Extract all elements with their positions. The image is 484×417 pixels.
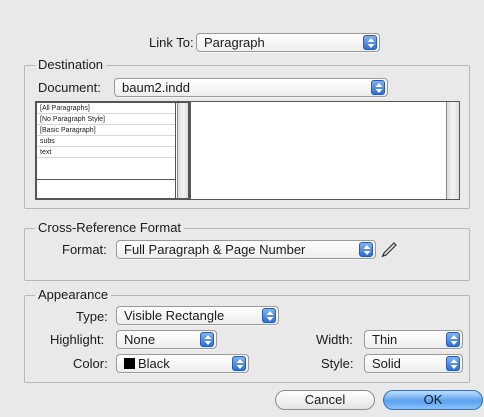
list-item[interactable]: [All Paragraphs] <box>37 103 175 114</box>
link-to-select[interactable]: Paragraph <box>196 33 380 52</box>
destination-title: Destination <box>35 57 107 73</box>
updown-arrows-icon <box>446 356 460 371</box>
pencil-icon[interactable] <box>381 242 399 261</box>
document-label: Document: <box>38 80 101 95</box>
color-swatch <box>124 358 135 369</box>
link-to-label: Link To: <box>149 35 194 50</box>
list-item[interactable]: [No Paragraph Style] <box>37 114 175 125</box>
width-select[interactable]: Thin <box>364 330 463 349</box>
color-select[interactable]: Black <box>116 354 249 373</box>
updown-arrows-icon <box>363 35 377 50</box>
updown-arrows-icon <box>371 80 385 95</box>
link-to-value: Paragraph <box>204 35 265 50</box>
color-label: Color: <box>73 356 108 371</box>
paragraph-text-list[interactable] <box>190 101 460 200</box>
list-item[interactable]: text <box>37 147 175 158</box>
document-select[interactable]: baum2.indd <box>114 78 388 97</box>
list-item[interactable]: [Basic Paragraph] <box>37 125 175 136</box>
updown-arrows-icon <box>359 242 373 257</box>
appearance-title: Appearance <box>35 287 112 303</box>
style-select[interactable]: Solid <box>364 354 463 373</box>
format-value: Full Paragraph & Page Number <box>124 242 306 257</box>
type-value: Visible Rectangle <box>124 308 225 323</box>
cancel-button[interactable]: Cancel <box>275 390 375 410</box>
style-value: Solid <box>372 356 401 371</box>
list-divider <box>37 179 176 180</box>
highlight-label: Highlight: <box>50 332 105 347</box>
highlight-select[interactable]: None <box>116 330 217 349</box>
format-select[interactable]: Full Paragraph & Page Number <box>116 240 376 259</box>
ok-button[interactable]: OK <box>383 390 483 410</box>
width-value: Thin <box>372 332 398 347</box>
paragraph-style-list[interactable]: [All Paragraphs] [No Paragraph Style] [B… <box>35 101 190 200</box>
width-label: Width: <box>316 332 353 347</box>
text-list-scrollbar[interactable] <box>446 102 459 199</box>
cross-reference-title: Cross-Reference Format <box>35 220 185 236</box>
style-label: Style: <box>321 356 354 371</box>
updown-arrows-icon <box>446 332 460 347</box>
type-select[interactable]: Visible Rectangle <box>116 306 279 325</box>
type-label: Type: <box>76 309 108 324</box>
highlight-value: None <box>124 332 156 347</box>
color-value: Black <box>138 356 170 371</box>
updown-arrows-icon <box>232 356 246 371</box>
format-label: Format: <box>62 242 107 257</box>
document-value: baum2.indd <box>122 80 190 95</box>
updown-arrows-icon <box>262 308 276 323</box>
list-scrollbar[interactable] <box>177 103 188 198</box>
updown-arrows-icon <box>200 332 214 347</box>
list-item[interactable]: subs <box>37 136 175 147</box>
